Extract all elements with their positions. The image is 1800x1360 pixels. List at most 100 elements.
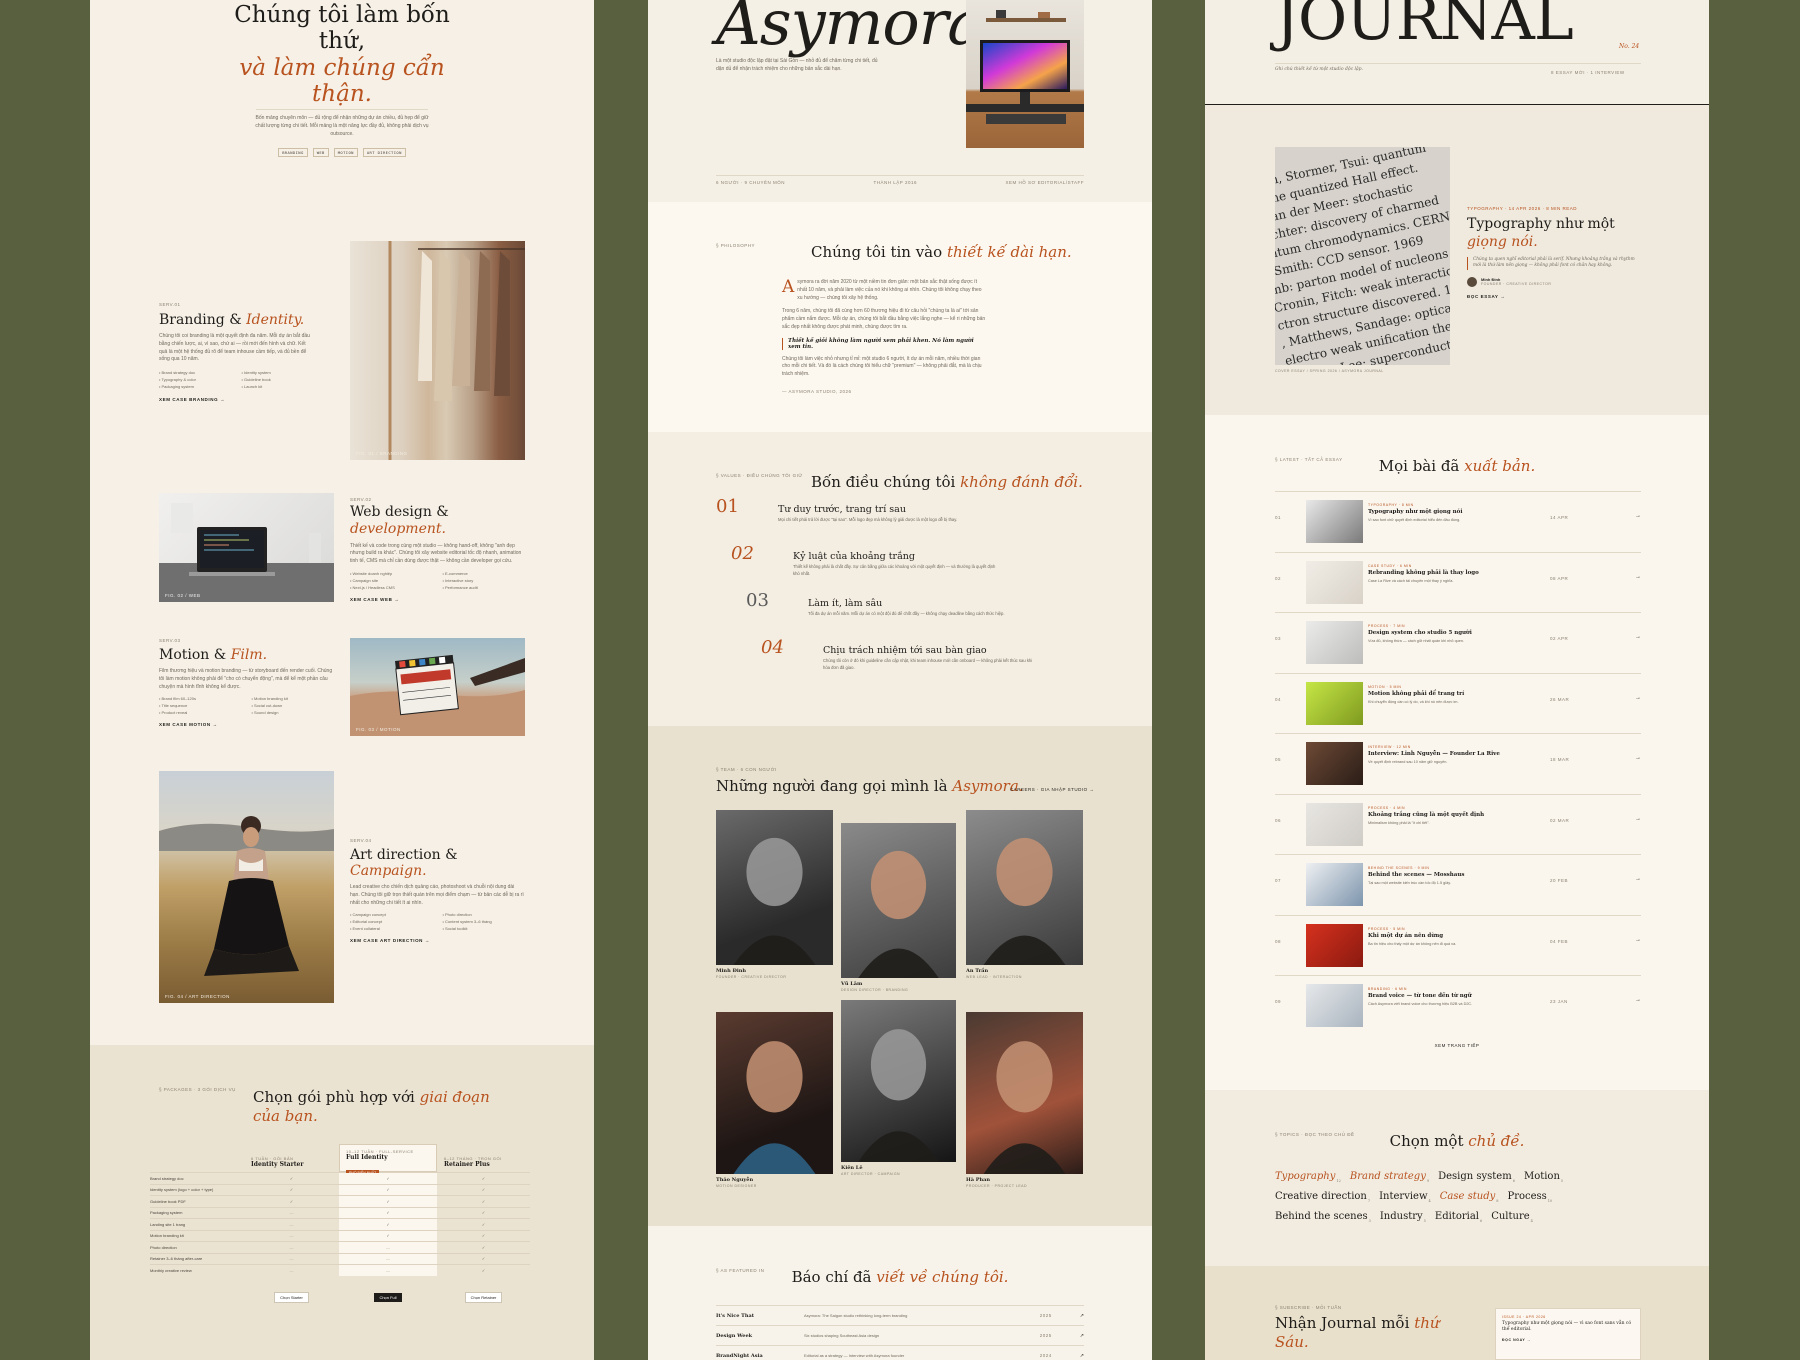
- team-member-photo[interactable]: [841, 823, 956, 978]
- feature-check: ✓: [481, 1244, 486, 1250]
- about-page-panel: Asymora Là một studio độc lập đặt tại Sà…: [648, 0, 1152, 1360]
- topic-link[interactable]: Design system6: [1438, 1171, 1515, 1183]
- topic-name: Culture: [1491, 1211, 1530, 1222]
- service-tag[interactable]: ART DIRECTION: [362, 148, 406, 157]
- topic-link[interactable]: Creative direction7: [1275, 1191, 1370, 1203]
- essay-row[interactable]: 07 BEHIND THE SCENES · 9 MIN Behind the sc…: [1275, 854, 1641, 915]
- topic-name: Case study: [1439, 1191, 1496, 1202]
- issue-number: No. 24: [1619, 43, 1640, 50]
- choose-retainer-button[interactable]: Chọn Retainer: [464, 1291, 503, 1303]
- feature-check: —: [289, 1256, 294, 1262]
- topic-link[interactable]: Culture4: [1491, 1211, 1533, 1223]
- essay-title: Brand voice — từ tone đến từ ngữ: [1368, 993, 1472, 999]
- essay-excerpt: Về quyết định rebrand sau 10 năm giữ ngu…: [1368, 760, 1448, 764]
- feature-check: ✓: [481, 1267, 486, 1273]
- pricing-row: Retainer 3–6 tháng after-care — — ✓: [150, 1252, 530, 1264]
- hero-title-accent1: và làm chúng cẩn: [239, 54, 445, 81]
- next-page-link[interactable]: XEM TRANG TIẾP: [1205, 1043, 1709, 1048]
- topic-link[interactable]: Case study8: [1439, 1191, 1499, 1203]
- feature-check: ✓: [339, 1173, 437, 1184]
- press-row[interactable]: BrandNight Asia Editorial as a strategy —…: [716, 1345, 1084, 1360]
- issue-card-link[interactable]: ĐỌC NGAY →: [1502, 1338, 1634, 1342]
- team-title: Những người đang gọi mình là: [716, 777, 948, 795]
- topic-link[interactable]: Interview4: [1379, 1191, 1431, 1203]
- value-title: Kỷ luật của khoảng trắng: [793, 551, 915, 562]
- team-member-photo[interactable]: [841, 1000, 956, 1162]
- topic-link[interactable]: Editorial6: [1435, 1211, 1482, 1223]
- essay-excerpt: Ba tín hiệu cho thấy một dự án không nên…: [1368, 941, 1457, 946]
- arrow-right-icon: →: [1635, 815, 1641, 822]
- essay-row[interactable]: 02 CASE STUDY · 6 MIN Rebranding không phả…: [1275, 551, 1641, 613]
- feature-check: —: [289, 1244, 294, 1250]
- deliverable-item: Social cut-down: [252, 703, 335, 708]
- read-essay-link[interactable]: ĐỌC ESSAY →: [1467, 294, 1642, 299]
- choose-full-button[interactable]: Chọn Full: [374, 1292, 402, 1302]
- hero-title-line2: thứ,: [318, 28, 366, 55]
- see-case-branding-link[interactable]: XEM CASE BRANDING →: [159, 397, 314, 402]
- team-member-role: DESIGN DIRECTOR · BRANDING: [841, 988, 909, 992]
- service-tag[interactable]: BRANDING: [278, 148, 308, 157]
- topic-link[interactable]: Brand strategy9: [1350, 1171, 1429, 1183]
- topic-name: Typography: [1275, 1171, 1336, 1182]
- value-number: 04: [761, 637, 784, 658]
- topic-link[interactable]: Behind the scenes3: [1275, 1211, 1371, 1223]
- essay-thumbnail: [1306, 923, 1363, 967]
- latest-issue-card[interactable]: ISSUE 24 · APR 2026 Typography như một g…: [1495, 1308, 1641, 1360]
- service-tag[interactable]: WEB: [312, 148, 329, 157]
- essay-thumbnail: [1306, 560, 1363, 604]
- essay-row[interactable]: 05 INTERVIEW · 12 MIN Interview: Linh Nguy…: [1275, 733, 1641, 794]
- essay-row[interactable]: 01 TYPOGRAPHY · 8 MIN Typography như một g…: [1275, 491, 1641, 552]
- feature-check: —: [289, 1267, 294, 1273]
- essay-thumbnail: [1306, 742, 1363, 785]
- see-case-web-link[interactable]: XEM CASE WEB →: [350, 597, 525, 602]
- essay-excerpt: Case La Rive và cách tái chuyên một thay…: [1368, 578, 1454, 583]
- topic-link[interactable]: Motion5: [1524, 1171, 1563, 1183]
- web-photo: FIG. 02 / WEB: [159, 493, 334, 602]
- essay-row[interactable]: 04 MOTION · 5 MIN Motion không phải để tra…: [1275, 672, 1641, 734]
- meta-profile-link[interactable]: XEM HỒ SƠ EDITORIAL/STAFF: [1006, 180, 1084, 185]
- feature-check: ✓: [289, 1198, 294, 1204]
- essay-excerpt: Vừa đủ, không thừa — cách giữ nhất quán …: [1368, 639, 1465, 643]
- essay-row[interactable]: 03 PROCESS · 7 MIN Design system cho studi…: [1275, 612, 1641, 673]
- see-case-motion-link[interactable]: XEM CASE MOTION →: [159, 722, 334, 727]
- essay-row[interactable]: 08 PROCESS · 5 MIN Khi một dự án nên dừng B…: [1275, 914, 1641, 976]
- choose-starter-button[interactable]: Chọn Starter: [274, 1291, 309, 1303]
- team-member-photo[interactable]: [716, 1012, 833, 1174]
- essay-category: BEHIND THE SCENES · 9 MIN: [1368, 866, 1430, 870]
- service-title-accent: Identity.: [246, 312, 305, 328]
- service-title: Branding &: [159, 312, 242, 328]
- philosophy-title: Chúng tôi tin vào: [811, 243, 943, 261]
- topic-link[interactable]: Typography12: [1275, 1171, 1341, 1183]
- deliverable-item: Guideline book: [242, 377, 315, 382]
- topic-link[interactable]: Industry5: [1380, 1211, 1426, 1223]
- topic-count: 6: [1512, 1179, 1515, 1183]
- featured-essay-photo[interactable]: ghlin, Stormer, Tsui: quantum of the qua…: [1275, 147, 1450, 365]
- feature-label: Packaging system: [150, 1210, 183, 1216]
- service-tag[interactable]: MOTION: [333, 148, 358, 157]
- featured-title[interactable]: Typography như một: [1467, 216, 1642, 234]
- essay-row[interactable]: 09 BRANDING · 6 MIN Brand voice — từ tone …: [1275, 975, 1641, 1036]
- meta-founded: THÀNH LẬP 2016: [873, 180, 917, 185]
- team-member-name: Vũ Lâm: [841, 981, 863, 987]
- team-member-photo[interactable]: [966, 1012, 1083, 1174]
- team-member-photo[interactable]: [716, 810, 833, 965]
- philosophy-title-accent: thiết kế dài hạn.: [946, 243, 1072, 261]
- careers-link[interactable]: CAREERS · GIA NHẬP STUDIO →: [1010, 787, 1094, 792]
- essay-date: 26 MAR: [1550, 696, 1570, 702]
- service-title: Web design &: [350, 504, 449, 520]
- essay-date: 20 FEB: [1550, 878, 1569, 883]
- value-description: Chúng tôi còn ở đó khi guideline cần cập…: [823, 658, 1033, 670]
- studio-logo[interactable]: Asymora: [716, 0, 984, 59]
- see-case-art-direction-link[interactable]: XEM CASE ART DIRECTION →: [350, 938, 525, 943]
- deliverable-item: Packaging system: [159, 384, 232, 389]
- press-row[interactable]: It's Nice That Asymora: The Saigon studio…: [716, 1305, 1084, 1325]
- philosophy-signature: — ASYMORA STUDIO, 2026: [782, 388, 852, 394]
- topic-name: Creative direction: [1275, 1191, 1367, 1202]
- essay-row[interactable]: 06 PROCESS · 4 MIN Khoảng trắng cũng là mộ…: [1275, 793, 1641, 855]
- studio-intro: Là một studio độc lập đặt tại Sài Gòn — …: [716, 58, 878, 72]
- press-row[interactable]: Design Week Six studios shaping Southeast…: [716, 1325, 1084, 1345]
- featured-title-accent[interactable]: giọng nói.: [1467, 234, 1642, 252]
- topic-link[interactable]: Process10: [1507, 1191, 1552, 1203]
- press-title: Báo chí đã: [791, 1268, 872, 1286]
- team-member-photo[interactable]: [966, 810, 1083, 965]
